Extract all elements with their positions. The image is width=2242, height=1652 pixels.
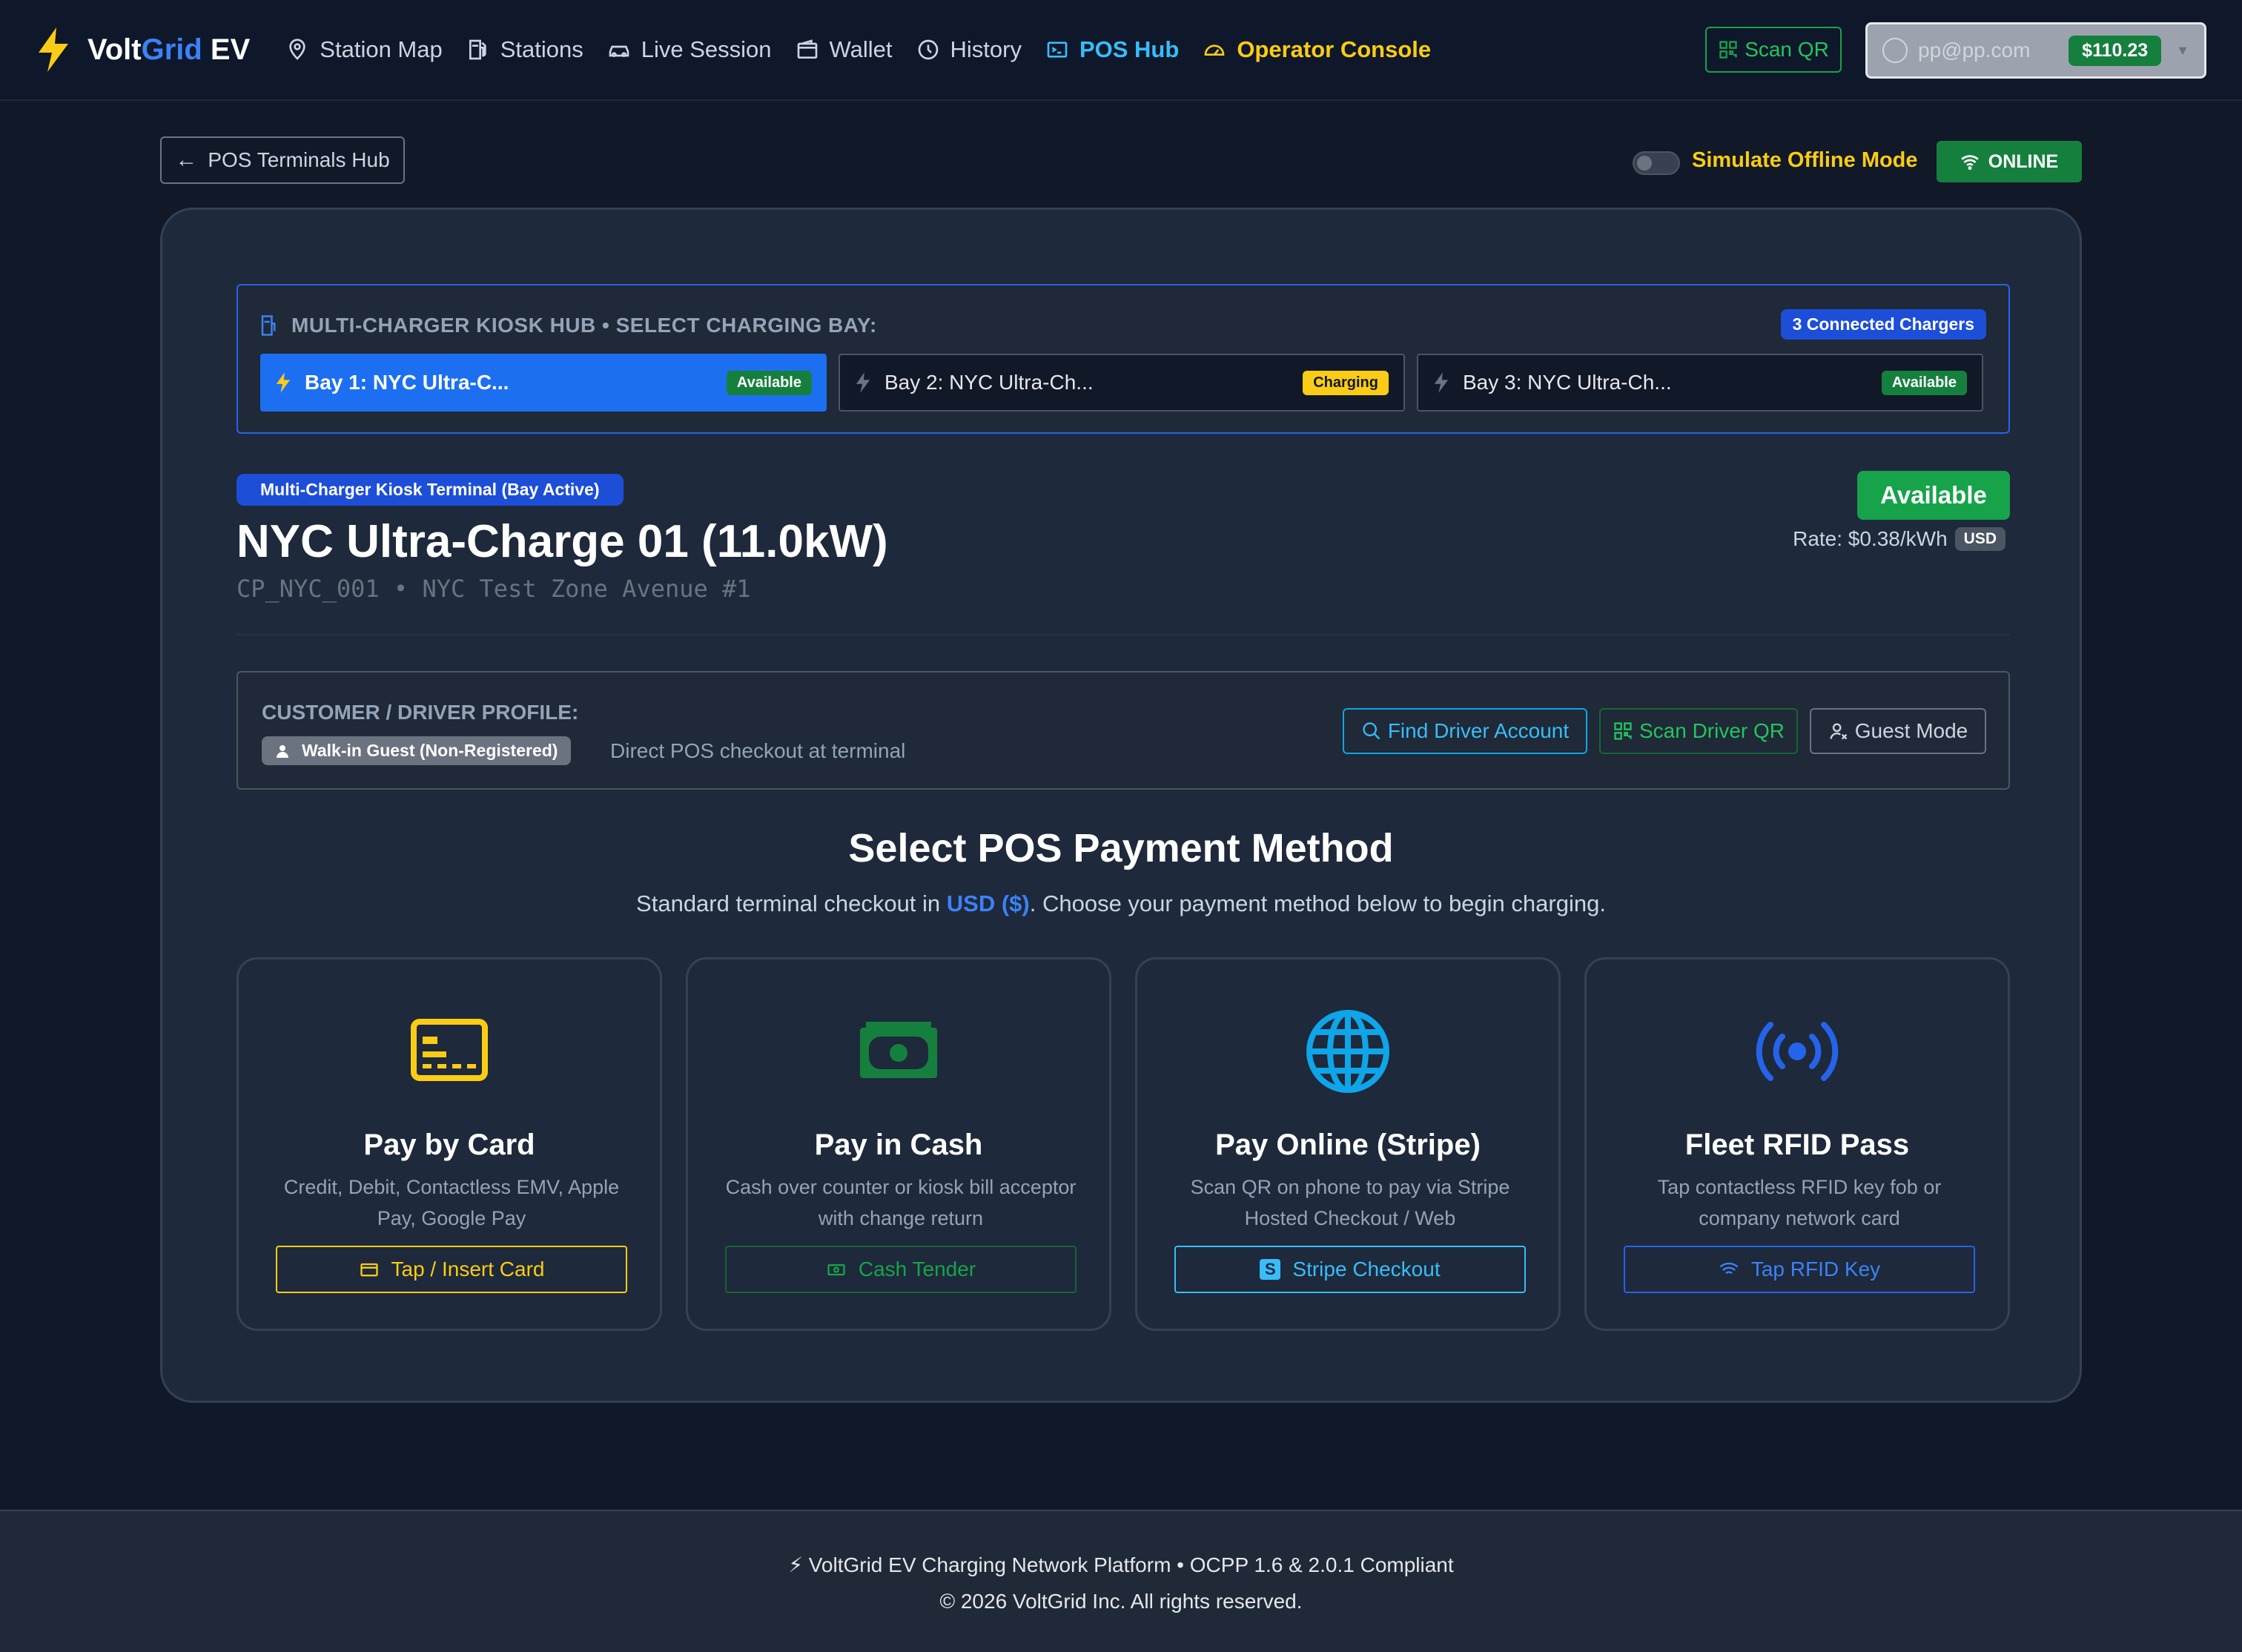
wallet-icon (797, 39, 817, 59)
clock-icon (918, 39, 938, 60)
bay-selector-title: MULTI-CHARGER KIOSK HUB • SELECT CHARGIN… (260, 314, 877, 337)
bay-tab-1[interactable]: Bay 1: NYC Ultra-C... Available (260, 354, 827, 412)
lightning-bolt-icon (856, 372, 870, 393)
offline-mode-toggle[interactable] (1633, 151, 1680, 175)
cash-tender-button[interactable]: Cash Tender (725, 1246, 1077, 1293)
cash-icon (827, 1264, 845, 1276)
profile-description: Direct POS checkout at terminal (610, 739, 906, 762)
station-title: NYC Ultra-Charge 01 (11.0kW) (237, 516, 888, 567)
payment-heading: Select POS Payment Method (848, 826, 1394, 870)
user-icon (277, 744, 288, 758)
divider (237, 634, 2010, 635)
nav-stations[interactable]: Stations (466, 36, 583, 63)
stripe-logo-icon: S (1260, 1259, 1281, 1280)
guest-badge: Walk-in Guest (Non-Registered) (262, 736, 572, 765)
wallet-balance-badge: $110.23 (2069, 35, 2162, 66)
arrow-left-icon: ← (175, 148, 198, 172)
globe-icon (1306, 1010, 1389, 1093)
scan-qr-button[interactable]: Scan QR (1705, 27, 1842, 73)
brand-name: VoltGrid EV (87, 33, 251, 66)
nav-station-map[interactable]: Station Map (285, 36, 443, 63)
nav-pos-hub[interactable]: POS Hub (1045, 36, 1179, 63)
footer: ⚡ VoltGrid EV Charging Network Platform … (0, 1510, 2242, 1652)
fuel-station-icon (261, 315, 276, 336)
pay-online-stripe-option[interactable]: Pay Online (Stripe) Scan QR on phone to … (1135, 957, 1561, 1331)
gauge-icon (1204, 44, 1225, 56)
rfid-broadcast-icon (1756, 1022, 1839, 1081)
station-status-badge: Available (1857, 471, 2010, 520)
footer-platform-text: ⚡ VoltGrid EV Charging Network Platform … (788, 1553, 1454, 1576)
bay-status-badge: Available (1881, 370, 1967, 395)
lightning-bolt-icon (276, 372, 291, 393)
account-dropdown[interactable]: pp@pp.com $110.23 ▼ (1865, 22, 2206, 79)
credit-card-icon (411, 1019, 488, 1081)
find-driver-account-button[interactable]: Find Driver Account (1343, 708, 1587, 754)
chevron-down-icon: ▼ (2176, 42, 2189, 58)
account-email: pp@pp.com (1918, 39, 2031, 62)
driver-profile-box: CUSTOMER / DRIVER PROFILE: Walk-in Guest… (237, 671, 2010, 790)
stripe-checkout-button[interactable]: S Stripe Checkout (1174, 1246, 1526, 1293)
online-status-badge: ONLINE (1937, 141, 2082, 182)
payment-subheading: Standard terminal checkout in USD ($). C… (636, 891, 1606, 916)
pos-terminal-panel: MULTI-CHARGER KIOSK HUB • SELECT CHARGIN… (160, 208, 2082, 1403)
connected-chargers-badge: 3 Connected Chargers (1780, 309, 1986, 340)
terminal-mode-badge: Multi-Charger Kiosk Terminal (Bay Active… (237, 474, 624, 506)
qr-code-icon (1614, 722, 1632, 740)
map-pin-icon (289, 39, 305, 60)
nav-operator-console[interactable]: Operator Console (1203, 36, 1431, 63)
car-icon (609, 45, 629, 57)
lightning-bolt-icon (39, 27, 68, 72)
wifi-icon (1961, 155, 1979, 171)
guest-mode-button[interactable]: Guest Mode (1810, 708, 1986, 754)
offline-mode-label: Simulate Offline Mode (1692, 148, 1918, 172)
lightning-bolt-icon (1434, 372, 1449, 393)
bay-tab-3[interactable]: Bay 3: NYC Ultra-Ch... Available (1417, 354, 1983, 412)
search-icon (1363, 722, 1380, 740)
nav-history[interactable]: History (916, 36, 1022, 63)
terminal-icon (1047, 42, 1068, 58)
fuel-station-icon (469, 39, 486, 60)
user-avatar-icon (1882, 38, 1908, 63)
bay-selector: MULTI-CHARGER KIOSK HUB • SELECT CHARGIN… (237, 284, 2010, 434)
nav-wallet[interactable]: Wallet (796, 36, 893, 63)
station-subtitle: CP_NYC_001 • NYC Test Zone Avenue #1 (237, 575, 751, 603)
bay-status-badge: Charging (1303, 370, 1389, 395)
wifi-icon (1719, 1262, 1739, 1275)
footer-copyright: © 2026 VoltGrid Inc. All rights reserved… (939, 1590, 1303, 1613)
user-x-icon (1830, 723, 1848, 740)
tap-insert-card-button[interactable]: Tap / Insert Card (276, 1246, 627, 1293)
bay-tab-2[interactable]: Bay 2: NYC Ultra-Ch... Charging (839, 354, 1405, 412)
rate-info: Rate: $0.38/kWh USD (1793, 527, 2005, 551)
cash-icon (860, 1022, 937, 1078)
pay-by-card-option[interactable]: Pay by Card Credit, Debit, Contactless E… (237, 957, 662, 1331)
nav-live-session[interactable]: Live Session (607, 36, 772, 63)
back-to-pos-hub-button[interactable]: ← POS Terminals Hub (160, 136, 405, 184)
tap-rfid-key-button[interactable]: Tap RFID Key (1624, 1246, 1975, 1293)
currency-badge: USD (1954, 527, 2005, 551)
pay-in-cash-option[interactable]: Pay in Cash Cash over counter or kiosk b… (686, 957, 1111, 1331)
bay-status-badge: Available (726, 370, 812, 395)
profile-title: CUSTOMER / DRIVER PROFILE: (262, 701, 579, 724)
fleet-rfid-pass-option[interactable]: Fleet RFID Pass Tap contactless RFID key… (1584, 957, 2010, 1331)
scan-driver-qr-button[interactable]: Scan Driver QR (1599, 708, 1798, 754)
brand-logo[interactable]: VoltGrid EV (36, 27, 250, 72)
top-navbar: VoltGrid EV Station Map Stations Live Se… (0, 0, 2242, 101)
qr-code-icon (1719, 41, 1737, 59)
credit-card-icon (360, 1263, 378, 1277)
